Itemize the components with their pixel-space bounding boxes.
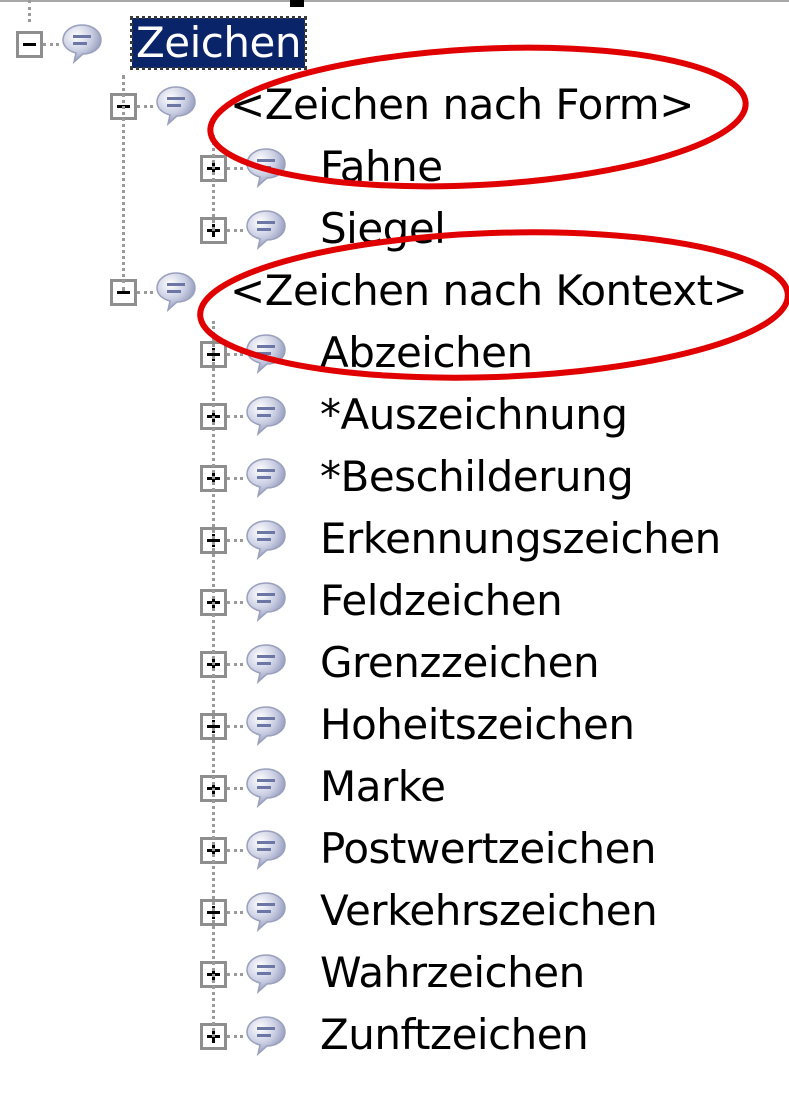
tree-connector-horizontal xyxy=(227,353,243,356)
speech-bubble-icon xyxy=(246,768,286,809)
speech-bubble-icon xyxy=(156,86,196,127)
tree-connector-vertical xyxy=(212,135,215,231)
tree-connector-horizontal xyxy=(227,167,243,170)
tree-node-label[interactable]: Feldzeichen xyxy=(320,576,563,626)
tree-node-label[interactable]: Hoheitszeichen xyxy=(320,700,635,750)
speech-bubble-icon xyxy=(246,148,286,189)
speech-bubble-icon xyxy=(246,210,286,251)
minus-stroke xyxy=(117,291,130,294)
tree-node-label[interactable]: Grenzzeichen xyxy=(320,638,600,688)
tree-connector-horizontal xyxy=(227,1035,243,1038)
speech-bubble-icon xyxy=(246,334,286,375)
tree-connector-horizontal xyxy=(227,725,243,728)
tree-connector-horizontal xyxy=(137,291,153,294)
speech-bubble-icon xyxy=(246,582,286,623)
tree-connector-horizontal xyxy=(137,105,153,108)
speech-bubble-icon xyxy=(246,830,286,871)
tree-connector-horizontal xyxy=(227,539,243,542)
speech-bubble-icon xyxy=(246,706,286,747)
tree-connector-horizontal xyxy=(227,849,243,852)
tree-node-label[interactable]: <Zeichen nach Kontext> xyxy=(230,266,748,316)
tree-connector-vertical xyxy=(212,321,215,1037)
speech-bubble-icon xyxy=(246,892,286,933)
speech-bubble-icon xyxy=(246,458,286,499)
tree-connector-horizontal xyxy=(227,787,243,790)
tree-node-label[interactable]: Postwertzeichen xyxy=(320,824,657,874)
tree-connector-horizontal xyxy=(227,663,243,666)
speech-bubble-icon xyxy=(156,272,196,313)
tree-node-label[interactable]: Zunftzeichen xyxy=(320,1010,589,1060)
tree-connector-horizontal xyxy=(227,415,243,418)
tree-connector-horizontal xyxy=(227,601,243,604)
tree-node-label[interactable]: Verkehrszeichen xyxy=(320,886,658,936)
tree-node-item[interactable]: Zunftzeichen xyxy=(0,0,789,1059)
tree-node-label[interactable]: *Auszeichnung xyxy=(320,390,628,440)
tree-node-label[interactable]: Wahrzeichen xyxy=(320,948,585,998)
tree-node-label[interactable]: Fahne xyxy=(320,142,443,192)
speech-bubble-icon xyxy=(246,1016,286,1057)
tree-connector-vertical xyxy=(122,75,125,291)
tree-node-label[interactable]: Abzeichen xyxy=(320,328,533,378)
tree-connector-horizontal xyxy=(227,911,243,914)
speech-bubble-icon xyxy=(246,520,286,561)
tree-node-label[interactable]: *Beschilderung xyxy=(320,452,634,502)
speech-bubble-icon xyxy=(246,644,286,685)
tree-connector-horizontal xyxy=(227,477,243,480)
tree-node-label[interactable]: Marke xyxy=(320,762,446,812)
tree-node-label[interactable]: Erkennungszeichen xyxy=(320,514,721,564)
speech-bubble-icon xyxy=(246,954,286,995)
tree-connector-horizontal xyxy=(227,229,243,232)
tree-node-label[interactable]: Siegel xyxy=(320,204,446,254)
speech-bubble-icon xyxy=(246,396,286,437)
tree-connector-horizontal xyxy=(227,973,243,976)
tree-node-label[interactable]: <Zeichen nach Form> xyxy=(230,80,694,130)
